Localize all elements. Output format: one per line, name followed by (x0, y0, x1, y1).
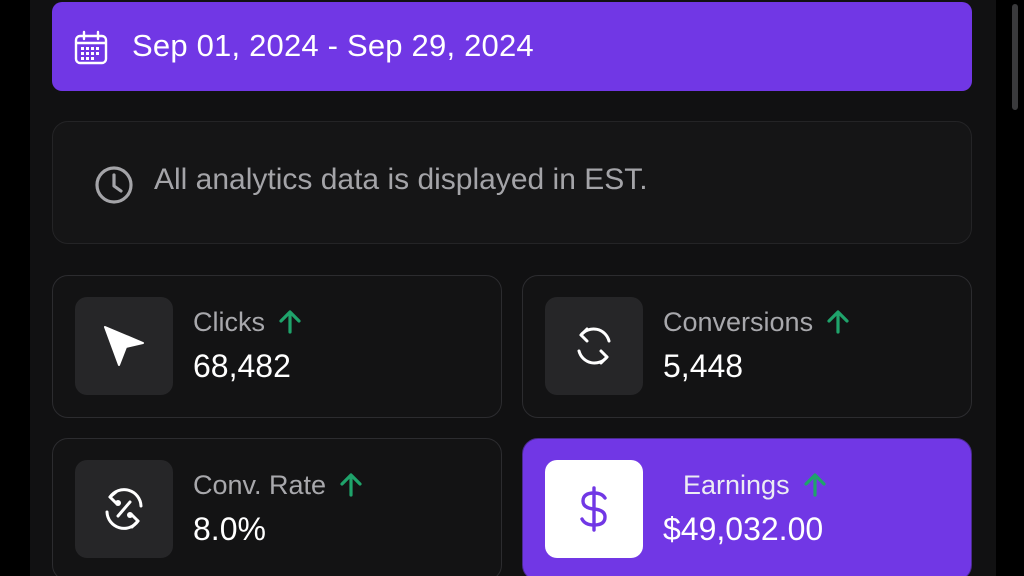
metric-icon-tile (75, 460, 173, 558)
calendar-icon (74, 30, 108, 65)
date-range-picker[interactable]: Sep 01, 2024 - Sep 29, 2024 (52, 2, 972, 91)
metric-icon-tile (75, 297, 173, 395)
timezone-notice-text: All analytics data is displayed in EST. (154, 163, 648, 196)
dollar-icon (580, 486, 607, 532)
timezone-notice: All analytics data is displayed in EST. (52, 121, 972, 244)
metric-icon-tile (545, 460, 643, 558)
metric-label: Earnings (683, 470, 790, 500)
metric-value: 68,482 (193, 348, 291, 384)
percent-cycle-icon (105, 488, 143, 530)
metric-label: Conversions (663, 307, 814, 337)
trend-up-icon (803, 473, 826, 497)
trend-up-icon (340, 473, 362, 497)
metric-card-clicks: Clicks 68,482 (52, 275, 502, 418)
cursor-arrow-icon (104, 326, 144, 366)
trend-up-icon (827, 310, 849, 334)
date-range-label: Sep 01, 2024 - Sep 29, 2024 (132, 28, 534, 63)
metric-label: Conv. Rate (193, 470, 327, 500)
metric-card-conv-rate: Conv. Rate 8.0% (52, 438, 502, 576)
trend-up-icon (279, 310, 301, 334)
refresh-cycle-icon (577, 327, 611, 365)
metric-label: Clicks (193, 307, 265, 337)
scrollbar[interactable] (1012, 4, 1018, 110)
metric-card-earnings: Earnings $49,032.00 (522, 438, 972, 576)
metric-value: 8.0% (193, 511, 266, 547)
app-frame: Sep 01, 2024 - Sep 29, 2024 All analytic… (0, 0, 1024, 576)
metric-icon-tile (545, 297, 643, 395)
metric-value: $49,032.00 (663, 511, 824, 547)
metric-card-conversions: Conversions 5,448 (522, 275, 972, 418)
clock-icon (95, 166, 133, 204)
metric-value: 5,448 (663, 348, 744, 384)
